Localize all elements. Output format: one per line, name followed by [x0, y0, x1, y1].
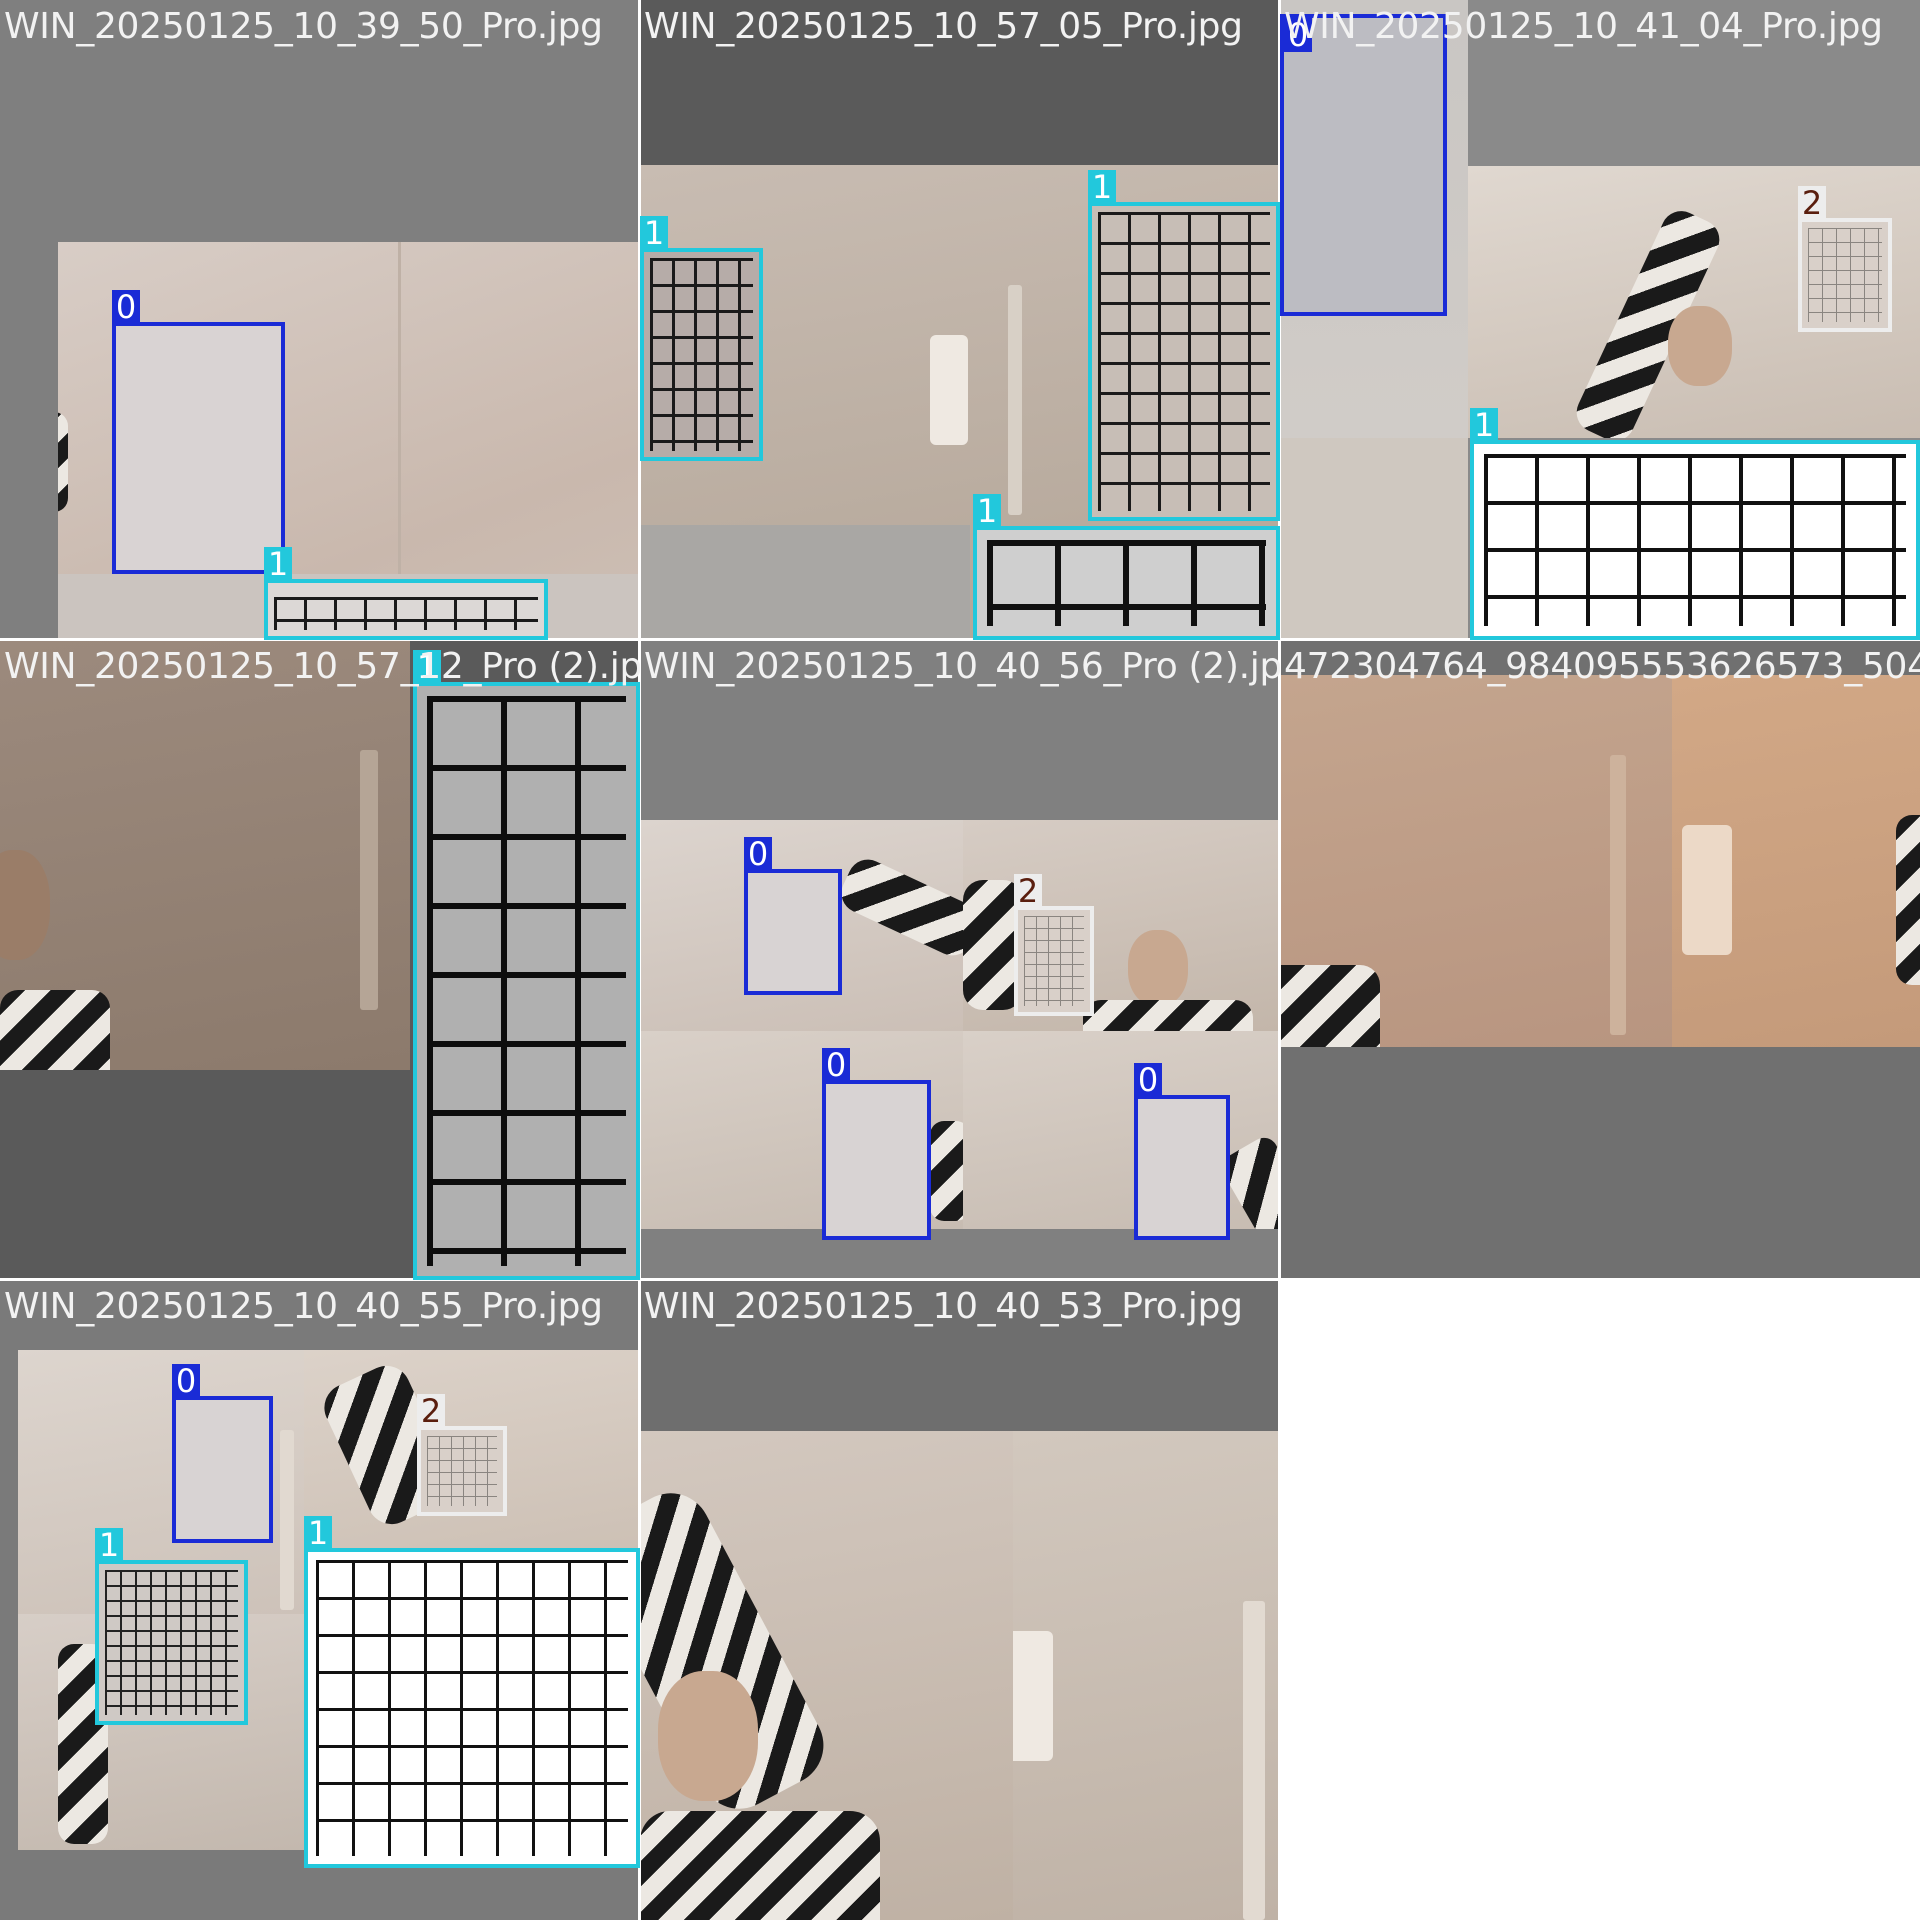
person-arm [1896, 815, 1920, 985]
checkerboard-grid [650, 258, 753, 451]
tile-filename: WIN_20250125_10_41_04_Pro.jpg [1284, 6, 1883, 47]
bbox-class-2: 2 [1798, 186, 1892, 332]
tile-filename: WIN_20250125_10_40_55_Pro.jpg [4, 1286, 603, 1327]
bbox-class-1: 1 [264, 547, 548, 640]
person-head [1128, 930, 1188, 1006]
class-tag: 0 [744, 837, 772, 871]
person-head [1668, 306, 1732, 386]
class-tag: 0 [1134, 1063, 1162, 1097]
photo-top-right [963, 820, 1280, 1031]
bbox-class-1: 1 [413, 650, 640, 1280]
class-tag: 2 [1014, 874, 1042, 908]
class-tag: 1 [264, 547, 292, 581]
paper-sheet [1138, 1099, 1226, 1236]
person-arm [834, 852, 963, 963]
person-arm [58, 412, 68, 512]
wall-outlet-strip [1243, 1601, 1265, 1920]
wall-outlet-strip [360, 750, 378, 1010]
class-tag: 1 [973, 494, 1001, 528]
checkerboard-grid [427, 696, 626, 1266]
tile-filename: WIN_20250125_10_39_50_Pro.jpg [4, 6, 603, 47]
checkerboard-grid [316, 1560, 628, 1856]
class-tag: 1 [1470, 408, 1498, 442]
class-tag: 1 [1088, 170, 1116, 204]
person-head [0, 850, 50, 960]
mosaic-tile-2: 1 1 1 WIN_20250125_10_57_05_Pro.jpg [640, 0, 1280, 640]
bbox-class-2: 2 [1014, 874, 1094, 1016]
empty-tile [1281, 1281, 1920, 1920]
bbox-class-0: 0 [1134, 1063, 1230, 1240]
photo-right [1013, 1431, 1280, 1920]
tile-filename: 472304764_984095553626573_5047 [1284, 646, 1920, 687]
tile-filename: WIN_20250125_10_57_12_Pro (2).jpg [4, 646, 640, 687]
photo-left [640, 1431, 1013, 1920]
class-tag: 1 [95, 1528, 123, 1562]
bbox-class-1: 1 [304, 1516, 640, 1868]
wall-lamp [1013, 1631, 1053, 1761]
wall-lamp [930, 335, 968, 445]
tile-filename: WIN_20250125_10_57_05_Pro.jpg [644, 6, 1243, 47]
mosaic-tile-8: WIN_20250125_10_40_53_Pro.jpg [640, 1280, 1280, 1920]
class-tag: 1 [640, 216, 668, 250]
person-body [640, 1811, 880, 1920]
bbox-class-2: 2 [417, 1394, 507, 1516]
photo-left [1280, 675, 1672, 1047]
checkerboard-grid [1098, 212, 1270, 511]
lower-photo [1280, 438, 1468, 640]
bbox-class-1: 1 [95, 1528, 248, 1725]
class-tag: 2 [417, 1394, 445, 1428]
photo-right [1672, 675, 1920, 1047]
wall-outlet-strip [280, 1430, 294, 1610]
class-tag: 0 [112, 290, 140, 324]
tile-filename: WIN_20250125_10_40_56_Pro (2).jpg [644, 646, 1280, 687]
checkerboard-grid [1484, 454, 1906, 626]
checkerboard-grid [274, 597, 538, 630]
sudoku-grid [1024, 916, 1084, 1006]
bbox-class-1: 1 [640, 216, 763, 461]
checkerboard-grid [987, 540, 1266, 626]
lower-photo [640, 525, 970, 640]
person-body [0, 990, 110, 1070]
tile-filename: WIN_20250125_10_40_53_Pro.jpg [644, 1286, 1243, 1327]
person-head [658, 1671, 758, 1801]
person-body [1083, 1000, 1253, 1031]
wall-lamp [1682, 825, 1732, 955]
class-tag: 0 [172, 1364, 200, 1398]
person-body [1280, 965, 1380, 1047]
wall-outlet-strip [1610, 755, 1626, 1035]
photo-bottom-right [963, 1031, 1280, 1229]
class-tag: 0 [822, 1048, 850, 1082]
class-tag: 1 [304, 1516, 332, 1550]
bbox-class-0: 0 [1280, 14, 1447, 316]
bbox-class-0: 0 [744, 837, 842, 995]
bbox-class-1: 1 [973, 494, 1280, 640]
bbox-class-1: 1 [1470, 408, 1920, 640]
paper-sheet [826, 1084, 927, 1236]
bbox-class-0: 0 [822, 1048, 931, 1240]
photo-region [0, 640, 410, 1070]
paper-sheet [116, 326, 281, 570]
mosaic-tile-7: 0 2 1 1 WIN_20250125_10_40_55_Pro.jpg [0, 1280, 640, 1920]
checkerboard-grid [105, 1570, 238, 1715]
class-tag: 2 [1798, 186, 1826, 220]
mosaic-tile-4: 1 WIN_20250125_10_57_12_Pro (2).jpg [0, 640, 640, 1280]
sudoku-grid [427, 1436, 497, 1506]
wall-outlet-strip [1008, 285, 1022, 515]
bbox-class-1: 1 [1088, 170, 1280, 521]
paper-sheet [748, 873, 838, 991]
bbox-class-0: 0 [172, 1364, 273, 1543]
person-arm [930, 1121, 963, 1221]
mosaic-tile-5: 0 2 0 0 WIN_20250125_10_40_56_Pro (2).jp… [640, 640, 1280, 1280]
paper-sheet [1284, 18, 1443, 312]
mosaic-tile-1: 0 1 WIN_20250125_10_39_50_Pro.jpg [0, 0, 640, 640]
sudoku-grid [1808, 228, 1882, 322]
paper-sheet [176, 1400, 269, 1539]
mosaic-tile-6: 472304764_984095553626573_5047 [1280, 640, 1920, 1280]
mosaic-tile-3: 0 2 1 WIN_20250125_10_41_04_Pro.jpg [1280, 0, 1920, 640]
bbox-class-0: 0 [112, 290, 285, 574]
